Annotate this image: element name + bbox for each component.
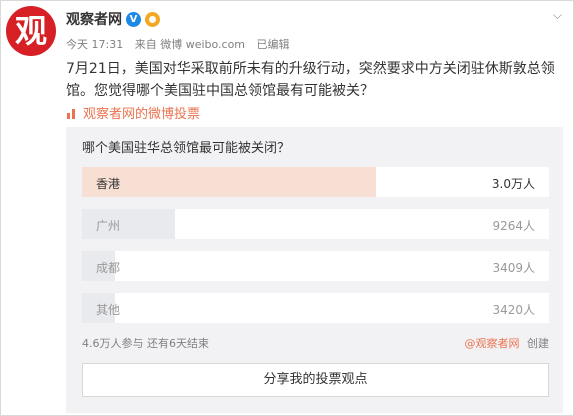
post-time[interactable]: 今天 17:31 bbox=[66, 38, 123, 51]
poll-option-fill bbox=[82, 167, 377, 197]
vote-link[interactable]: 观察者网的微博投票 bbox=[66, 103, 200, 122]
post-source[interactable]: 来自 微博 weibo.com bbox=[135, 38, 245, 51]
poll-option-label: 成都 bbox=[96, 261, 121, 275]
poll-created-label: 创建 bbox=[527, 337, 549, 350]
poll-option[interactable]: 其他 3420人 bbox=[82, 293, 549, 323]
avatar[interactable]: 观 bbox=[6, 6, 56, 56]
post-text: 7月21日，美国对华采取前所未有的升级行动，突然要求中方关闭驻休斯敦总领馆。您觉… bbox=[66, 61, 555, 99]
author-name[interactable]: 观察者网 bbox=[66, 9, 122, 29]
post-meta: 今天 17:31 来自 微博 weibo.com 已编辑 bbox=[66, 36, 298, 52]
edited-label[interactable]: 已编辑 bbox=[257, 38, 290, 51]
poll-option-label: 广州 bbox=[96, 219, 121, 233]
poll-question: 哪个美国驻华总领馆最可能被关闭？ bbox=[82, 141, 291, 156]
poll-panel: 哪个美国驻华总领馆最可能被关闭？ 香港 3.0万人 广州 9264人 成都 34… bbox=[66, 127, 563, 413]
member-badge-icon[interactable] bbox=[145, 11, 160, 27]
share-vote-button[interactable]: 分享我的投票观点 bbox=[82, 363, 549, 397]
poll-option[interactable]: 香港 3.0万人 bbox=[82, 167, 549, 197]
poll-option[interactable]: 广州 9264人 bbox=[82, 209, 549, 239]
poll-creator-link[interactable]: @观察者网 bbox=[465, 337, 520, 350]
poll-option-count: 3409人 bbox=[492, 261, 535, 275]
poll-option-count: 3.0万人 bbox=[491, 177, 535, 191]
poll-participation: 4.6万人参与 还有6天结束 bbox=[82, 337, 209, 350]
poll-option[interactable]: 成都 3409人 bbox=[82, 251, 549, 281]
poll-icon bbox=[66, 107, 78, 119]
chevron-down-icon[interactable]: ⌵ bbox=[553, 8, 562, 23]
poll-option-count: 9264人 bbox=[492, 219, 535, 233]
author-name-row: 观察者网 V bbox=[66, 9, 160, 29]
verified-icon: V bbox=[126, 11, 141, 27]
poll-option-count: 3420人 bbox=[492, 303, 535, 317]
poll-option-label: 其他 bbox=[96, 303, 121, 317]
vote-link-label[interactable]: 观察者网的微博投票 bbox=[83, 103, 200, 122]
poll-option-label: 香港 bbox=[96, 177, 121, 191]
poll-creator: @观察者网 创建 bbox=[465, 335, 550, 351]
